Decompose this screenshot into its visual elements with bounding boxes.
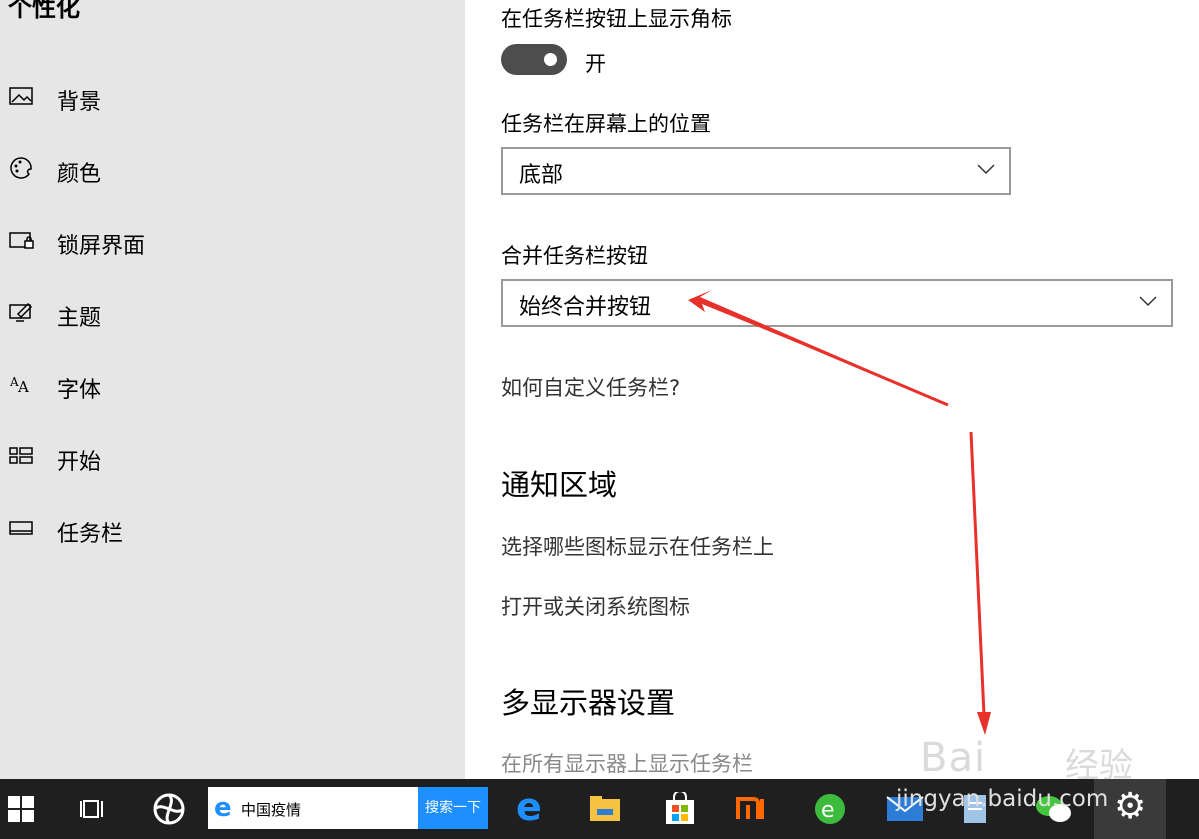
taskbar-position-dropdown[interactable]: 底部 (501, 147, 1011, 195)
search-button[interactable]: 搜索一下 (418, 787, 488, 829)
edge-icon[interactable]: e (516, 785, 542, 829)
task-view-icon[interactable] (80, 796, 106, 822)
sidebar-item-label: 字体 (57, 378, 102, 403)
customize-taskbar-link[interactable]: 如何自定义任务栏? (501, 372, 680, 402)
combine-buttons-dropdown[interactable]: 始终合并按钮 (501, 279, 1173, 327)
notification-area-heading: 通知区域 (501, 468, 618, 502)
sidebar-item-start[interactable]: 开始 (0, 430, 465, 486)
store-icon[interactable] (664, 792, 696, 826)
sidebar-item-label: 主题 (57, 306, 102, 331)
watermark-url: jingyan.baidu.com (896, 786, 1109, 812)
font-icon: AA (9, 375, 29, 396)
toggle-knob (544, 53, 557, 66)
mi-icon[interactable] (736, 797, 774, 821)
settings-content: 在任务栏按钮上显示角标 开 任务栏在屏幕上的位置 底部 合并任务栏按钮 始终合并… (465, 0, 1199, 779)
sidebar-item-label: 背景 (57, 90, 102, 115)
watermark-baidu: Bai (920, 735, 987, 781)
ie-icon: e (214, 793, 232, 823)
browser-360-icon[interactable]: e (812, 791, 848, 827)
lock-screen-icon (9, 232, 34, 249)
search-input[interactable]: e 中国疫情 (208, 787, 418, 829)
chevron-down-icon (1139, 296, 1157, 307)
sidebar-item-fonts[interactable]: AA 字体 (0, 358, 465, 414)
badge-toggle-state: 开 (585, 52, 606, 76)
dropdown-value: 始终合并按钮 (519, 295, 652, 320)
sidebar-item-label: 开始 (57, 450, 102, 475)
show-taskbar-all-displays-label: 在所有显示器上显示任务栏 (501, 752, 753, 776)
sidebar: 个性化 背景 颜色 锁屏界面 主题 AA 字体 开始 任务栏 (0, 0, 465, 779)
palette-icon (10, 157, 32, 179)
app-pinwheel-icon[interactable] (152, 792, 186, 826)
multi-display-heading: 多显示器设置 (501, 686, 676, 720)
image-icon (9, 87, 33, 105)
page-title: 个性化 (8, 0, 80, 22)
position-heading: 任务栏在屏幕上的位置 (501, 112, 711, 136)
windows-start-icon[interactable] (8, 796, 34, 822)
badge-toggle[interactable] (501, 44, 567, 75)
svg-text:e: e (821, 798, 835, 823)
start-icon (9, 447, 33, 464)
sidebar-item-themes[interactable]: 主题 (0, 286, 465, 342)
taskbar-icon (9, 521, 33, 535)
search-text: 中国疫情 (241, 801, 302, 819)
svg-text:A: A (17, 378, 29, 396)
select-icons-link[interactable]: 选择哪些图标显示在任务栏上 (501, 531, 774, 561)
badge-setting-heading: 在任务栏按钮上显示角标 (501, 7, 732, 31)
sidebar-item-taskbar[interactable]: 任务栏 (0, 502, 465, 558)
chevron-down-icon (977, 164, 995, 175)
sidebar-item-lock-screen[interactable]: 锁屏界面 (0, 214, 465, 270)
theme-icon (9, 302, 33, 322)
file-explorer-icon[interactable] (589, 793, 621, 825)
sidebar-item-colors[interactable]: 颜色 (0, 142, 465, 198)
gear-icon: ⚙ (1114, 786, 1147, 827)
sidebar-item-label: 颜色 (57, 162, 102, 187)
sidebar-item-background[interactable]: 背景 (0, 70, 465, 126)
combine-heading: 合并任务栏按钮 (501, 244, 648, 268)
system-icons-link[interactable]: 打开或关闭系统图标 (501, 591, 690, 621)
dropdown-value: 底部 (519, 163, 564, 188)
sidebar-item-label: 锁屏界面 (57, 234, 146, 259)
sidebar-item-label: 任务栏 (57, 522, 124, 547)
